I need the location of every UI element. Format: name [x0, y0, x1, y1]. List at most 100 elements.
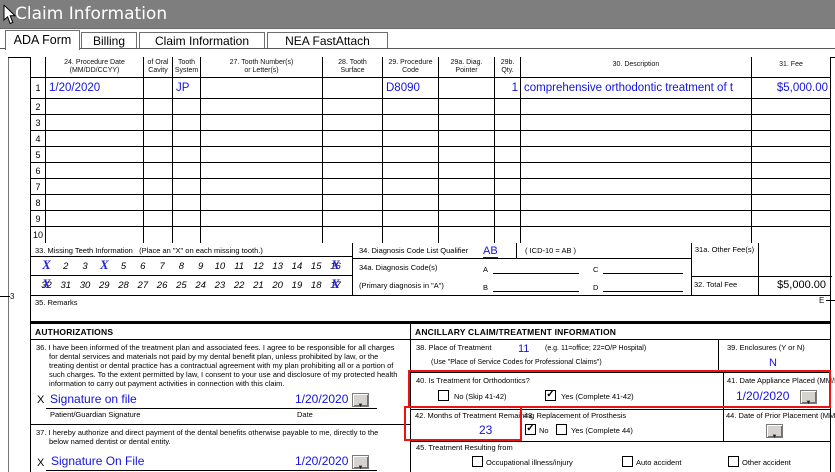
cell-procedure-date[interactable]: 1/20/2020 — [46, 78, 144, 98]
prosthesis-yes-checkbox[interactable] — [556, 424, 567, 435]
tab-ada-form[interactable]: ADA Form — [5, 30, 80, 50]
procedure-row-4[interactable]: 4 — [31, 131, 830, 147]
tooth-8[interactable]: 8 — [175, 261, 188, 272]
tooth-11[interactable]: 11 — [233, 261, 246, 272]
orthodontics-no-checkbox[interactable] — [438, 390, 449, 401]
occupational-illness-checkbox[interactable] — [472, 456, 483, 467]
tooth-22[interactable]: 22 — [233, 280, 246, 291]
missing-teeth-lower-row: 32 X 31 30 29 28 27 26 25 24 23 22 21 20 … — [31, 276, 352, 294]
procedure-row-2[interactable]: 2 — [31, 99, 830, 115]
tab-strip-baseline — [0, 48, 835, 49]
diag-qualifier-value[interactable]: AB — [483, 245, 498, 258]
months-remaining-value[interactable]: 23 — [479, 423, 492, 437]
ancillary-section: ANCILLARY CLAIM/TREATMENT INFORMATION 38… — [411, 324, 835, 472]
cell-qty[interactable]: 1 — [495, 78, 521, 98]
tooth-20[interactable]: 20 — [271, 280, 284, 291]
tooth-25[interactable]: 25 — [175, 280, 188, 291]
diag-qualifier-hint: ( ICD-10 = AB ) — [525, 246, 577, 255]
procedure-row-6[interactable]: 6 — [31, 163, 830, 179]
tooth-26[interactable]: 26 — [156, 280, 169, 291]
cell-tooth-system[interactable]: JP — [173, 78, 201, 98]
auto-accident-checkbox[interactable] — [622, 456, 633, 467]
tab-billing[interactable]: Billing — [81, 32, 137, 48]
cell-oral-cavity[interactable] — [144, 78, 173, 98]
patient-signature-date[interactable]: 1/20/2020 — [295, 392, 348, 406]
procedure-row-3[interactable]: 3 — [31, 115, 830, 131]
diag-qualifier-label: 34. Diagnosis Code List Qualifier — [359, 246, 469, 255]
tooth-2[interactable]: 2 — [59, 261, 72, 272]
cell-tooth-numbers[interactable] — [201, 78, 323, 98]
other-fee-label: 31a. Other Fee(s) — [694, 245, 755, 254]
patient-signature-field[interactable]: Signature on file — [50, 392, 137, 406]
subscriber-signature-date-dropdown[interactable]: ▼ — [352, 455, 369, 471]
tooth-30[interactable]: 30 — [79, 280, 92, 291]
diag-code-c-field[interactable] — [603, 273, 683, 274]
tooth-7[interactable]: 7 — [156, 261, 169, 272]
procedure-row-1: 1 1/20/2020 JP D8090 1 comprehensive ort… — [31, 78, 830, 99]
tooth-12[interactable]: 12 — [252, 261, 265, 272]
diag-code-a-field[interactable] — [493, 273, 579, 274]
patient-signature-date-dropdown[interactable]: ▼ — [352, 393, 369, 409]
appliance-placed-dropdown[interactable]: ▼ — [800, 390, 817, 406]
prior-placement-dropdown[interactable]: ▼ — [766, 424, 783, 440]
prior-placement-label: 44. Date of Prior Placement (MM/DD/CCYY) — [726, 411, 835, 420]
tooth-14[interactable]: 14 — [290, 261, 303, 272]
tooth-21[interactable]: 21 — [252, 280, 265, 291]
tooth-19[interactable]: 19 — [290, 280, 303, 291]
fold-mark-left-line — [0, 296, 10, 297]
enclosures-value[interactable]: N — [718, 357, 828, 369]
appliance-placed-date[interactable]: 1/20/2020 — [736, 389, 789, 403]
appliance-placed-label: 41. Date Appliance Placed (MM/DD/CCYY) — [727, 376, 835, 385]
place-of-treatment-hint2: (Use "Place of Service Codes for Profess… — [431, 359, 602, 366]
orthodontics-no-label: No (Skip 41-42) — [454, 392, 507, 401]
sig2-x-mark: X — [37, 457, 45, 469]
tooth-28[interactable]: 28 — [117, 280, 130, 291]
tab-nea-fastattach[interactable]: NEA FastAttach — [267, 32, 388, 48]
tooth-6[interactable]: 6 — [136, 261, 149, 272]
tooth-9[interactable]: 9 — [194, 261, 207, 272]
subscriber-signature-date[interactable]: 1/20/2020 — [295, 454, 348, 468]
tooth-18[interactable]: 18 — [310, 280, 323, 291]
tooth-3[interactable]: 3 — [79, 261, 92, 272]
diag-code-b-field[interactable] — [493, 291, 579, 292]
procedure-row-7[interactable]: 7 — [31, 179, 830, 195]
tooth-27[interactable]: 27 — [136, 280, 149, 291]
header-tooth-numbers: 27. Tooth Number(s) or Letter(s) — [201, 57, 323, 77]
tooth-16[interactable]: 16 X — [329, 257, 342, 272]
prosthesis-no-checkbox[interactable]: ✓ — [525, 424, 536, 435]
tooth-23[interactable]: 23 — [213, 280, 226, 291]
tooth-15[interactable]: 15 — [310, 261, 323, 272]
procedure-row-9[interactable]: 9 — [31, 211, 830, 227]
cell-description[interactable]: comprehensive orthodontic treatment of t — [521, 78, 752, 98]
orthodontics-yes-checkbox[interactable]: ✓ — [545, 390, 556, 401]
tooth-5[interactable]: 5 — [117, 261, 130, 272]
tooth-17[interactable]: 17 X — [329, 276, 342, 291]
mouse-cursor-icon — [3, 3, 17, 30]
procedure-row-8[interactable]: 8 — [31, 195, 830, 211]
procedure-row-10[interactable]: 10 — [31, 227, 830, 243]
prosthesis-no-label: No — [539, 426, 549, 435]
tooth-32[interactable]: 32 X — [40, 276, 53, 291]
header-fee: 31. Fee — [779, 61, 803, 68]
missing-teeth-upper-row: X 2 3 X 5 6 7 8 9 10 11 12 13 14 15 16 X — [31, 257, 352, 276]
place-of-treatment-value[interactable]: 11 — [518, 343, 529, 355]
other-fee-value[interactable] — [758, 243, 831, 276]
remarks-field[interactable]: 35. Remarks — [30, 296, 831, 322]
cell-procedure-code[interactable]: D8090 — [383, 78, 439, 98]
tooth-10[interactable]: 10 — [213, 261, 226, 272]
procedure-row-5[interactable]: 5 — [31, 147, 830, 163]
cell-fee[interactable]: $5,000.00 — [752, 78, 830, 98]
tab-claim-information[interactable]: Claim Information — [139, 32, 265, 48]
cell-diag-pointer[interactable] — [439, 78, 495, 98]
sig1-x-mark: X — [37, 394, 45, 406]
header-oral-cavity: of Oral Cavity — [144, 57, 173, 77]
tooth-29[interactable]: 29 — [98, 280, 111, 291]
other-accident-checkbox[interactable] — [728, 456, 739, 467]
tooth-31[interactable]: 31 — [59, 280, 72, 291]
cell-tooth-surface[interactable] — [323, 78, 383, 98]
subscriber-signature-field[interactable]: Signature On File — [51, 454, 144, 468]
diag-code-d-field[interactable] — [603, 291, 683, 292]
tooth-24[interactable]: 24 — [194, 280, 207, 291]
missing-teeth-subtitle: (Place an "X" on each missing tooth.) — [139, 246, 263, 255]
tooth-13[interactable]: 13 — [271, 261, 284, 272]
